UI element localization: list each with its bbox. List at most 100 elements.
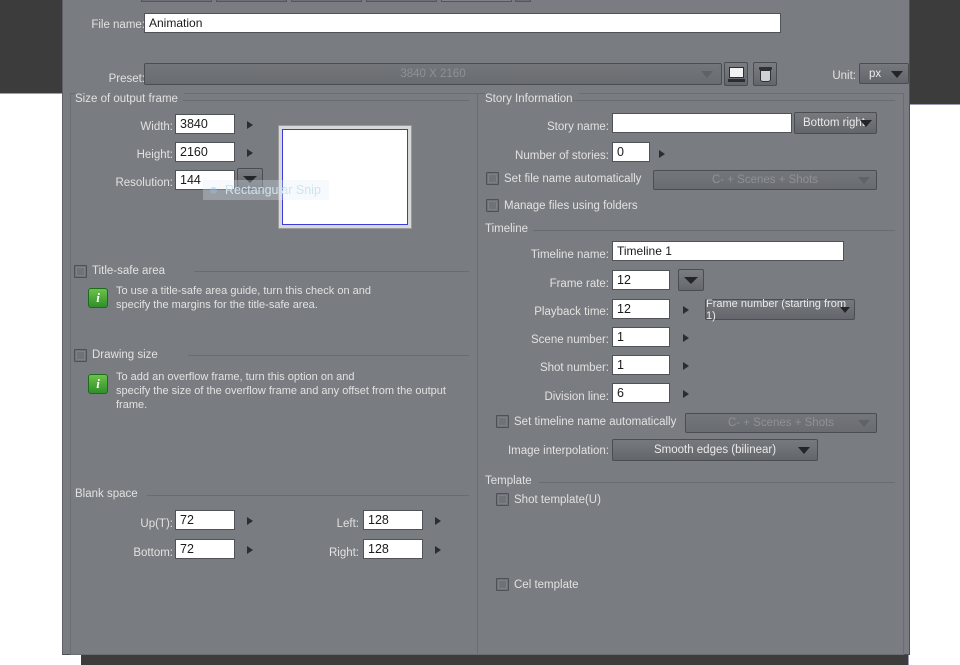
timeline-name-label: Timeline name: xyxy=(501,248,609,262)
animation-tab[interactable] xyxy=(441,0,512,2)
title-safe-info-text: To use a title-safe area guide, turn thi… xyxy=(116,284,461,312)
shot-number-stepper[interactable] xyxy=(681,359,693,373)
left-stepper[interactable] xyxy=(433,514,445,528)
left-label: Left: xyxy=(301,517,359,531)
up-stepper[interactable] xyxy=(245,514,257,528)
frame-rate-input[interactable] xyxy=(612,270,670,290)
number-of-stories-label: Number of stories: xyxy=(499,149,609,163)
story-information-title: Story Information xyxy=(485,93,579,105)
scene-number-label: Scene number: xyxy=(501,333,609,347)
unit-label: Unit: xyxy=(798,69,856,83)
timeline-title: Timeline xyxy=(485,223,534,235)
unit-value: px xyxy=(869,68,881,80)
right-label: Right: xyxy=(297,546,359,560)
cel-template-checkbox[interactable] xyxy=(496,578,509,591)
scene-number-stepper[interactable] xyxy=(681,331,693,345)
delete-preset-button[interactable] xyxy=(753,62,777,86)
chevron-down-icon xyxy=(798,447,810,454)
auto-timeline-name-checkbox[interactable] xyxy=(496,415,509,428)
story-name-label: Story name: xyxy=(521,120,609,134)
up-input[interactable] xyxy=(175,510,235,530)
image-interpolation-dropdown[interactable]: Smooth edges (bilinear) xyxy=(612,439,818,461)
auto-timeline-name-label: Set timeline name automatically xyxy=(514,415,676,429)
story-position-dropdown[interactable]: Bottom right xyxy=(794,112,877,134)
number-of-stories-stepper[interactable] xyxy=(657,147,669,161)
resolution-input[interactable] xyxy=(175,170,235,190)
template-title: Template xyxy=(485,475,538,487)
screenshot-root: File name: Preset: 3840 X 2160 Unit: px xyxy=(0,0,960,665)
left-input[interactable] xyxy=(363,510,423,530)
drawing-size-checkbox[interactable] xyxy=(74,349,87,362)
auto-file-name-pattern-dropdown[interactable]: C- + Scenes + Shots xyxy=(653,170,877,190)
story-name-input[interactable] xyxy=(612,113,792,133)
bottom-stepper[interactable] xyxy=(245,543,257,557)
file-name-input[interactable] xyxy=(144,13,781,33)
shot-number-input[interactable] xyxy=(612,355,670,375)
auto-file-name-checkbox[interactable] xyxy=(486,172,499,185)
chevron-down-icon xyxy=(701,71,713,78)
register-preset-button[interactable] xyxy=(724,62,748,86)
bottom-label: Bottom: xyxy=(99,546,173,560)
playback-format-dropdown[interactable]: Frame number (starting from 1) xyxy=(705,299,855,320)
image-interpolation-label: Image interpolation: xyxy=(491,444,609,458)
timeline-name-input[interactable] xyxy=(612,241,844,261)
monitor-save-icon xyxy=(729,67,744,78)
story-position-value: Bottom right xyxy=(803,117,865,129)
chevron-down-icon xyxy=(858,420,870,427)
manage-folders-checkbox[interactable] xyxy=(486,199,499,212)
preview-canvas xyxy=(282,129,408,225)
template-group: Template xyxy=(485,475,895,489)
scene-number-input[interactable] xyxy=(612,327,670,347)
height-input[interactable] xyxy=(175,142,235,162)
division-line-input[interactable] xyxy=(612,383,670,403)
playback-time-input[interactable] xyxy=(612,299,670,319)
webtoon-tab[interactable] xyxy=(216,0,287,2)
title-safe-checkbox[interactable] xyxy=(74,265,87,278)
resolution-dropdown[interactable] xyxy=(237,168,263,190)
preset-dropdown[interactable]: 3840 X 2160 xyxy=(144,63,722,85)
unit-dropdown[interactable]: px xyxy=(859,63,909,84)
blank-space-group: Blank space xyxy=(75,488,469,502)
desktop-backdrop-right xyxy=(908,104,960,665)
division-line-stepper[interactable] xyxy=(681,387,693,401)
comic-tab[interactable] xyxy=(291,0,362,2)
preset-value: 3840 X 2160 xyxy=(400,68,465,80)
auto-file-name-label: Set file name automatically xyxy=(504,172,641,186)
allcomic-tab[interactable] xyxy=(366,0,437,2)
playback-time-stepper[interactable] xyxy=(681,303,693,317)
playback-time-label: Playback time: xyxy=(501,305,609,319)
file-name-label: File name: xyxy=(73,18,145,32)
blank-space-title: Blank space xyxy=(75,488,144,500)
height-stepper[interactable] xyxy=(245,146,257,160)
preset-label: Preset: xyxy=(73,72,145,86)
division-line-label: Division line: xyxy=(511,390,609,404)
drawing-size-label: Drawing size xyxy=(92,348,158,362)
auto-timeline-name-pattern-dropdown[interactable]: C- + Scenes + Shots xyxy=(685,413,877,433)
illustration-tab[interactable] xyxy=(141,0,212,2)
height-label: Height: xyxy=(103,148,173,162)
shot-template-label: Shot template(U) xyxy=(514,493,601,507)
right-stepper[interactable] xyxy=(433,543,445,557)
auto-timeline-name-pattern-value: C- + Scenes + Shots xyxy=(728,417,834,429)
more-tab[interactable] xyxy=(515,0,531,2)
story-information-group: Story Information xyxy=(485,93,895,107)
output-frame-preview xyxy=(278,125,412,229)
output-frame-title: Size of output frame xyxy=(75,93,184,105)
chevron-down-icon xyxy=(840,307,850,313)
chevron-down-icon xyxy=(891,71,903,78)
document-type-tabs xyxy=(63,0,911,4)
manage-folders-label: Manage files using folders xyxy=(504,199,638,213)
number-of-stories-input[interactable] xyxy=(612,142,650,162)
width-input[interactable] xyxy=(175,114,235,134)
info-icon: i xyxy=(88,374,108,394)
chevron-down-icon xyxy=(858,177,870,184)
right-input[interactable] xyxy=(363,539,423,559)
title-safe-label: Title-safe area xyxy=(92,264,165,278)
cel-template-label: Cel template xyxy=(514,578,579,592)
bottom-input[interactable] xyxy=(175,539,235,559)
shot-template-checkbox[interactable] xyxy=(496,493,509,506)
output-frame-group: Size of output frame xyxy=(75,93,469,107)
width-stepper[interactable] xyxy=(245,118,257,132)
drawing-size-info-text: To add an overflow frame, turn this opti… xyxy=(116,370,466,412)
frame-rate-dropdown[interactable] xyxy=(678,269,704,291)
